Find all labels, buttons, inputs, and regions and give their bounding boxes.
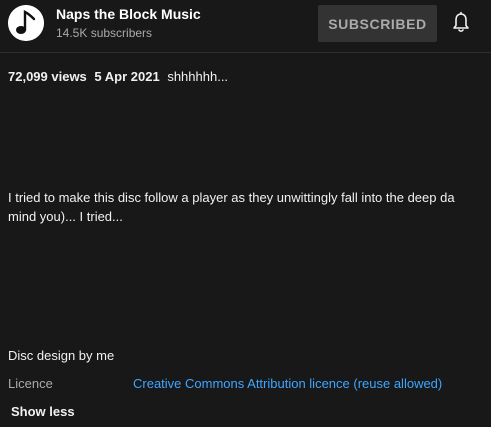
channel-header: Naps the Block Music 14.5K subscribers S… [0, 0, 491, 50]
subscribed-button[interactable]: SUBSCRIBED [318, 5, 437, 42]
description-paragraph: I tried to make this disc follow a playe… [8, 188, 491, 226]
channel-avatar[interactable] [8, 5, 44, 41]
video-meta-line: 72,099 views 5 Apr 2021 shhhhhh... [8, 69, 228, 84]
notification-bell-button[interactable] [449, 11, 473, 35]
disc-design-credit: Disc design by me [8, 348, 115, 363]
view-count: 72,099 views [8, 69, 87, 84]
upload-date: 5 Apr 2021 [94, 69, 160, 84]
video-description-panel: Naps the Block Music 14.5K subscribers S… [0, 0, 491, 427]
channel-name[interactable]: Naps the Block Music [56, 6, 201, 22]
bell-icon [453, 11, 469, 33]
music-note-icon [8, 5, 44, 41]
description-line: mind you)... I tried... [8, 209, 123, 224]
show-less-button[interactable]: Show less [11, 404, 75, 419]
subscribed-label: SUBSCRIBED [328, 15, 427, 32]
description-tagline: shhhhhh... [167, 69, 229, 84]
licence-label: Licence [8, 376, 53, 391]
description-line: I tried to make this disc follow a playe… [8, 190, 455, 205]
licence-link[interactable]: Creative Commons Attribution licence (re… [133, 376, 442, 391]
header-divider [0, 52, 491, 53]
subscriber-count: 14.5K subscribers [56, 26, 153, 40]
